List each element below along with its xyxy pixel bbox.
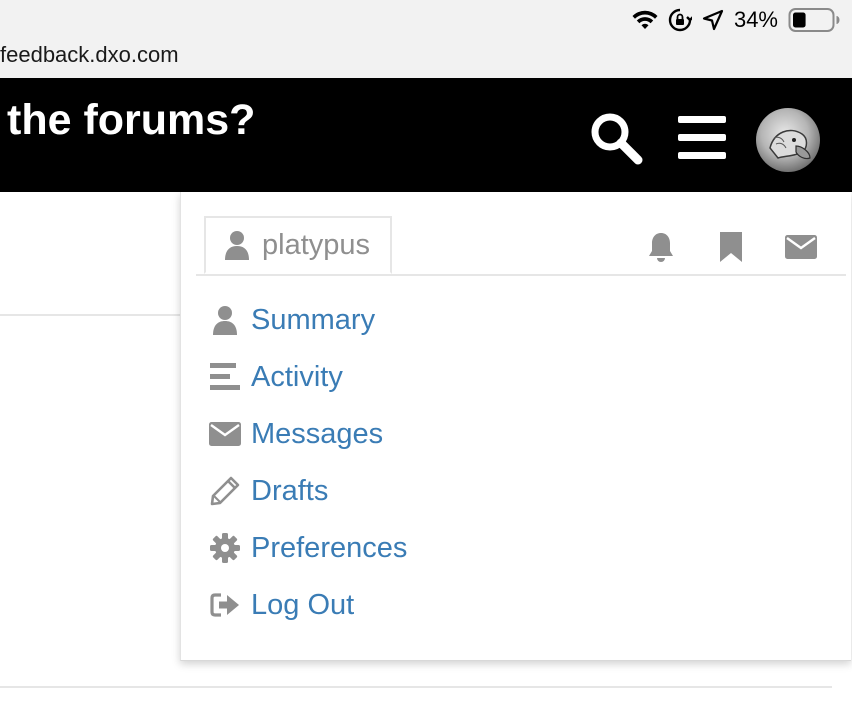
- tab-messages[interactable]: [784, 230, 818, 264]
- menu-item-label: Log Out: [251, 588, 355, 621]
- menu-item-label: Messages: [251, 417, 384, 450]
- hamburger-menu-button[interactable]: [678, 116, 726, 160]
- battery-percent: 34%: [733, 7, 778, 32]
- page-title: the forums?: [7, 96, 256, 144]
- menu-item-activity[interactable]: Activity: [209, 355, 343, 399]
- menu-item-label: Preferences: [251, 531, 408, 564]
- hamburger-menu-icon: [678, 116, 726, 159]
- wifi-icon: [632, 10, 658, 30]
- tab-user-profile[interactable]: platypus: [204, 216, 392, 274]
- menu-item-label: Summary: [251, 303, 376, 336]
- menu-item-label: Activity: [251, 360, 343, 393]
- user-icon: [209, 305, 241, 335]
- avatar[interactable]: [756, 108, 820, 172]
- menu-item-preferences[interactable]: Preferences: [209, 526, 407, 570]
- gear-icon: [209, 533, 241, 563]
- background-divider: [0, 314, 180, 316]
- bell-icon: [649, 233, 673, 262]
- pencil-icon: [209, 476, 241, 506]
- menu-item-label: Drafts: [251, 474, 329, 507]
- background-divider: [0, 686, 832, 688]
- url-text[interactable]: feedback.dxo.com: [0, 42, 179, 68]
- search-icon: [591, 113, 643, 165]
- site-header: the forums?: [0, 78, 852, 192]
- activity-lines-icon: [209, 363, 241, 391]
- rotation-lock-icon: [668, 8, 692, 32]
- search-button[interactable]: [588, 110, 644, 166]
- location-arrow-icon: [702, 9, 724, 31]
- tab-bookmarks[interactable]: [714, 230, 748, 264]
- menu-item-log-out[interactable]: Log Out: [209, 583, 354, 627]
- battery-icon: [788, 7, 840, 33]
- user-menu-tabs: platypus: [196, 216, 846, 276]
- menu-item-summary[interactable]: Summary: [209, 298, 375, 342]
- status-bar: 34%: [0, 0, 852, 38]
- envelope-icon: [785, 235, 817, 259]
- user-icon: [224, 230, 250, 260]
- user-menu-panel: platypus Summary Activity Messages Draft…: [180, 192, 851, 661]
- envelope-icon: [209, 422, 241, 446]
- menu-item-drafts[interactable]: Drafts: [209, 469, 328, 513]
- bookmark-icon: [720, 232, 742, 262]
- platypus-avatar-image: [769, 129, 811, 160]
- status-icons: 34%: [632, 6, 840, 34]
- sign-out-icon: [209, 592, 241, 618]
- menu-item-messages[interactable]: Messages: [209, 412, 383, 456]
- url-bar[interactable]: feedback.dxo.com: [0, 38, 852, 78]
- tab-notifications[interactable]: [644, 230, 678, 264]
- username-label: platypus: [262, 228, 371, 261]
